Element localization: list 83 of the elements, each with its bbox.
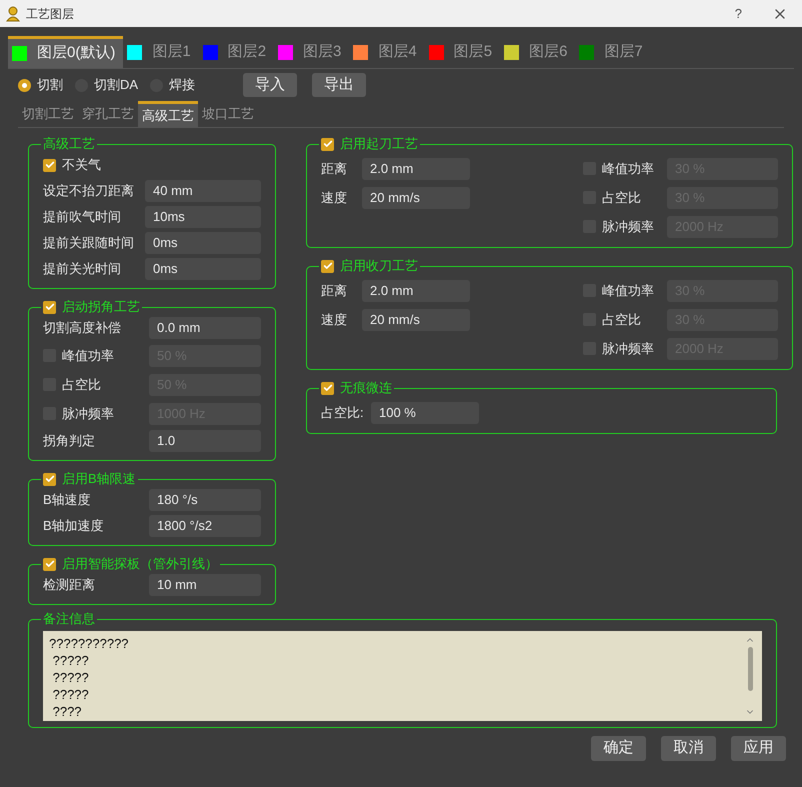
input-field[interactable]: 40 mm xyxy=(145,180,261,202)
option-label: 峰值功率 xyxy=(602,160,654,178)
group-title: 备注信息 xyxy=(43,611,95,627)
radio-label: 切割 xyxy=(37,76,63,94)
radio-button[interactable] xyxy=(18,78,31,92)
checkbox[interactable] xyxy=(43,558,56,570)
input-field[interactable]: 10 mm xyxy=(149,574,261,596)
checkbox[interactable] xyxy=(321,138,334,150)
input-field[interactable]: 0.0 mm xyxy=(149,317,261,339)
layer-tab[interactable]: 图层2 xyxy=(198,36,274,68)
input-field[interactable]: 20 mm/s xyxy=(362,308,470,330)
input-field[interactable]: 1800 °/s2 xyxy=(149,515,261,537)
layer-tab[interactable]: 图层6 xyxy=(500,36,576,68)
option-label: 脉冲频率 xyxy=(62,404,114,423)
layer-tab[interactable]: 图层4 xyxy=(349,36,425,68)
input-field[interactable]: 10ms xyxy=(145,206,261,228)
field-label: 速度 xyxy=(321,310,348,329)
option-label: 占空比 xyxy=(602,310,641,329)
layer-tab[interactable]: 图层7 xyxy=(575,36,651,68)
field-label: 切割高度补偿 xyxy=(43,319,122,338)
layer-tab[interactable]: 图层0(默认) xyxy=(8,36,124,68)
field-label: B轴加速度 xyxy=(43,517,105,536)
window-title: 工艺图层 xyxy=(26,6,74,22)
layer-tab[interactable]: 图层5 xyxy=(424,36,500,68)
note-line: ????? xyxy=(52,669,90,686)
radio-label: 焊接 xyxy=(169,76,196,94)
option-label: 脉冲频率 xyxy=(602,340,654,358)
field-label: 速度 xyxy=(321,188,348,207)
option-label: 不关气 xyxy=(62,156,101,174)
note-line: ???? xyxy=(52,703,83,720)
toolbar-button[interactable]: 导出 xyxy=(312,73,366,97)
option-label: 峰值功率 xyxy=(62,346,114,365)
group-title: 启用起刀工艺 xyxy=(340,136,418,152)
input-field[interactable]: 0ms xyxy=(145,258,261,280)
option-label: 峰值功率 xyxy=(602,282,654,300)
field-label: 距离 xyxy=(321,160,348,178)
dialog-button[interactable]: 确定 xyxy=(591,736,646,761)
process-tab[interactable]: 穿孔工艺 xyxy=(78,101,138,127)
field-label: 设定不抬刀距离 xyxy=(43,182,135,200)
process-tab[interactable]: 高级工艺 xyxy=(138,101,198,127)
checkbox[interactable] xyxy=(43,472,56,486)
field-label: 距离 xyxy=(321,282,348,300)
checkbox[interactable] xyxy=(43,300,56,314)
input-field[interactable]: 2.0 mm xyxy=(362,158,470,180)
field-label: 检测距离 xyxy=(43,576,96,594)
group-title: 高级工艺 xyxy=(43,136,95,152)
notes-area[interactable]: ??????????? ????? ????? ????? ???? xyxy=(43,631,762,721)
group-title: 启用B轴限速 xyxy=(62,471,136,487)
group-title: 无痕微连 xyxy=(340,380,392,396)
group-title: 启用智能探板（管外引线） xyxy=(62,556,218,572)
process-tab[interactable]: 切割工艺 xyxy=(18,101,78,127)
input-field[interactable]: 180 °/s xyxy=(149,489,261,511)
input-field[interactable]: 20 mm/s xyxy=(362,186,470,208)
layer-tab[interactable]: 图层3 xyxy=(274,36,350,68)
input-field[interactable]: 2.0 mm xyxy=(362,280,470,302)
field-label: 提前关跟随时间 xyxy=(43,234,135,252)
note-line: ????? xyxy=(52,686,90,703)
input-field[interactable]: 100 % xyxy=(371,402,479,424)
checkbox[interactable] xyxy=(43,158,56,172)
field-label: B轴速度 xyxy=(43,491,92,510)
checkbox[interactable] xyxy=(321,260,334,272)
checkbox[interactable] xyxy=(321,382,334,394)
group-title: 启用收刀工艺 xyxy=(340,258,418,274)
layer-tab[interactable]: 图层1 xyxy=(123,36,199,68)
field-label: 提前吹气时间 xyxy=(43,208,122,226)
option-label: 占空比 xyxy=(62,376,101,394)
note-line: ????? xyxy=(52,652,90,669)
field-label: 提前关光时间 xyxy=(43,260,122,278)
person-icon xyxy=(6,6,20,22)
help-button[interactable]: ? xyxy=(734,4,742,24)
field-label: 拐角判定 xyxy=(43,432,96,450)
option-label: 脉冲频率 xyxy=(602,218,654,236)
input-field[interactable]: 1.0 xyxy=(149,430,261,452)
dialog-button[interactable]: 取消 xyxy=(661,736,716,761)
input-field[interactable]: 0ms xyxy=(145,232,261,254)
field-label: 占空比: xyxy=(321,404,365,422)
toolbar-button[interactable]: 导入 xyxy=(243,73,298,97)
dialog-button[interactable]: 应用 xyxy=(731,736,786,761)
group-title: 启动拐角工艺 xyxy=(62,299,140,315)
note-line: ??????????? xyxy=(49,635,130,652)
process-tab[interactable]: 坡口工艺 xyxy=(198,101,258,127)
option-label: 占空比 xyxy=(602,188,641,207)
radio-label: 切割DA xyxy=(94,76,138,94)
